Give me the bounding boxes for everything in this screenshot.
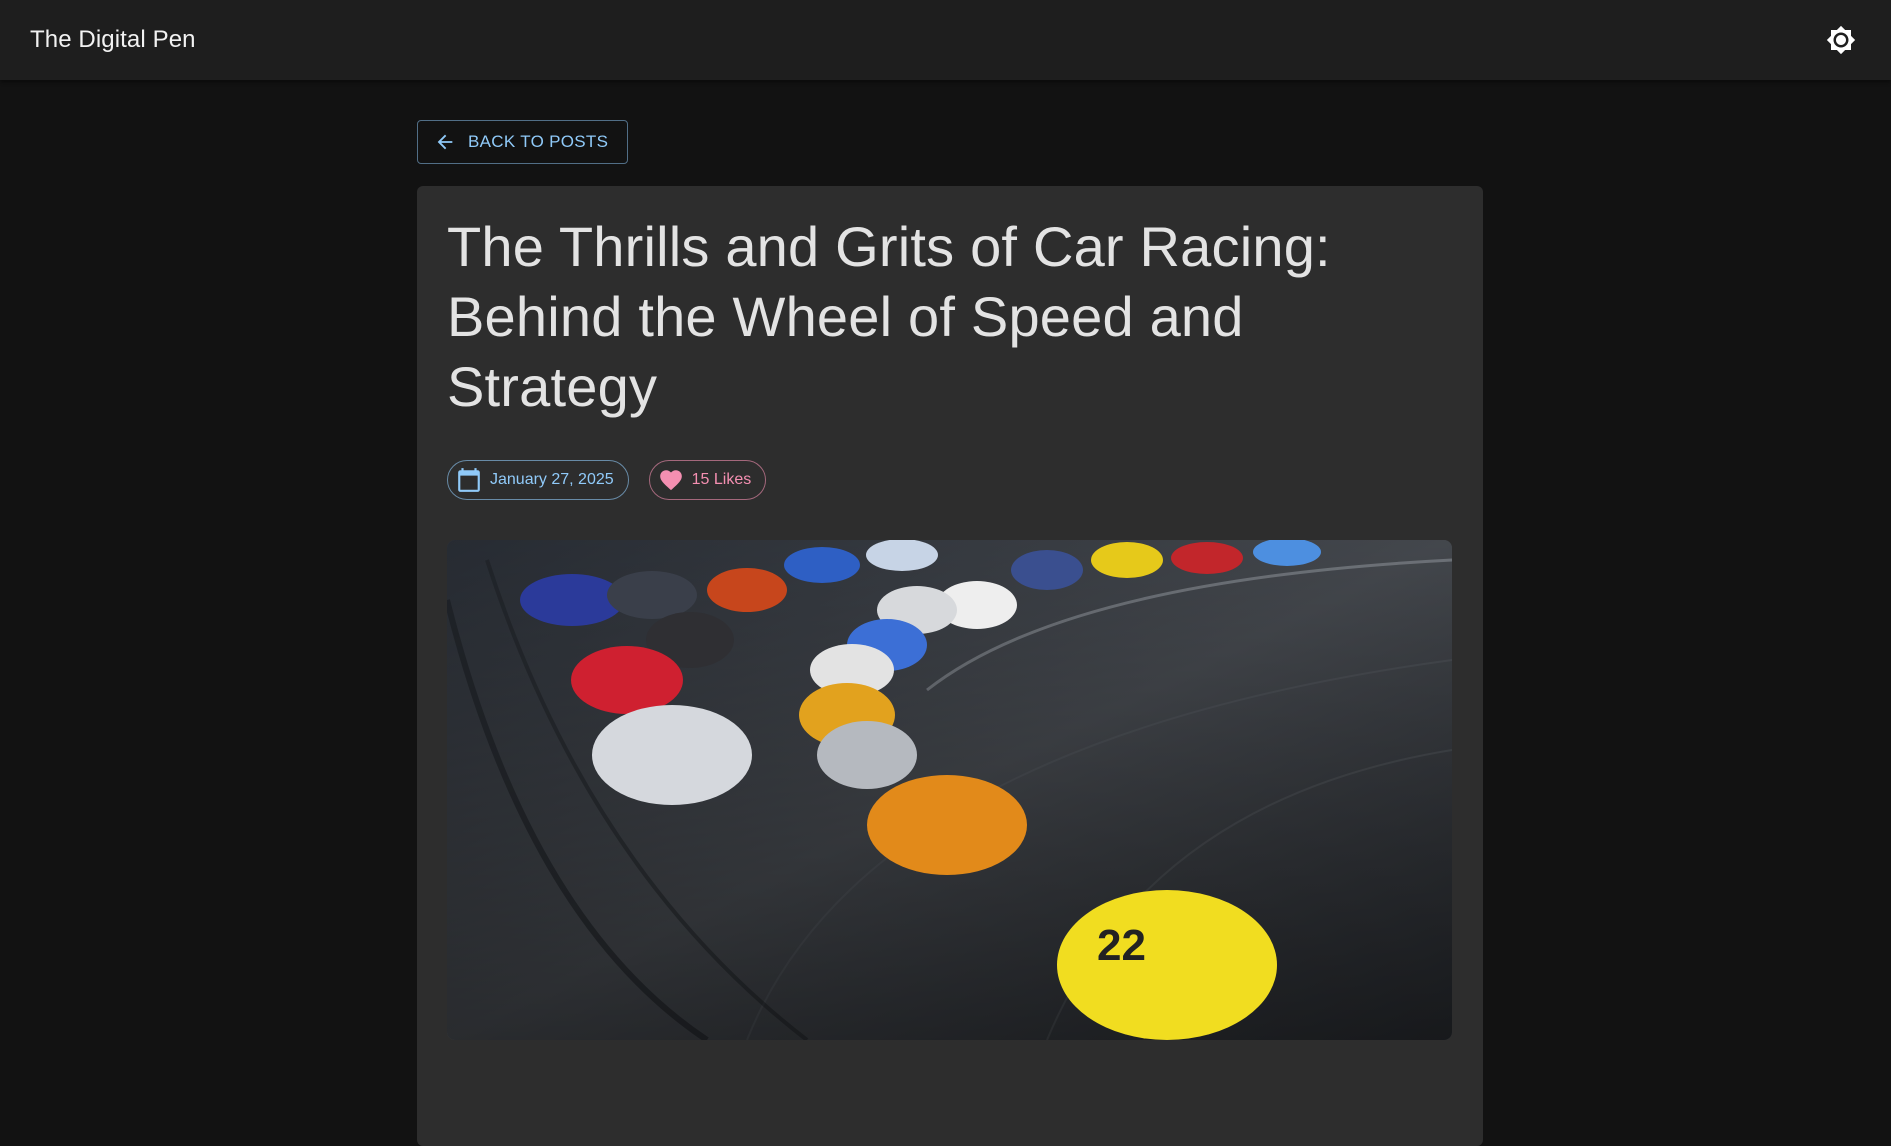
site-title[interactable]: The Digital Pen <box>30 26 196 54</box>
likes-count: 15 Likes <box>691 471 752 488</box>
back-button-label: BACK TO POSTS <box>468 132 609 151</box>
arrow-left-icon <box>437 134 453 150</box>
post-card: The Thrills and Grits of Car Racing: Beh… <box>417 186 1483 1146</box>
race-cars-image: 22 <box>447 540 1452 1040</box>
date-chip: January 27, 2025 <box>447 460 629 500</box>
likes-chip[interactable]: 15 Likes <box>648 460 767 500</box>
app-bar: The Digital Pen <box>0 0 1891 80</box>
post-hero-image: 22 <box>447 540 1452 1040</box>
post-page: BACK TO POSTS The Thrills and Grits of C… <box>417 120 1483 1146</box>
calendar-icon <box>458 468 480 492</box>
post-title: The Thrills and Grits of Car Racing: Beh… <box>447 215 1331 418</box>
heart-icon <box>659 470 682 491</box>
post-meta: January 27, 2025 15 Likes <box>447 460 1453 500</box>
theme-toggle-button[interactable] <box>1819 18 1863 62</box>
brightness-icon <box>1826 25 1856 55</box>
post-date: January 27, 2025 <box>490 471 614 488</box>
back-to-posts-button[interactable]: BACK TO POSTS <box>417 120 629 164</box>
svg-text:22: 22 <box>1097 921 1146 970</box>
